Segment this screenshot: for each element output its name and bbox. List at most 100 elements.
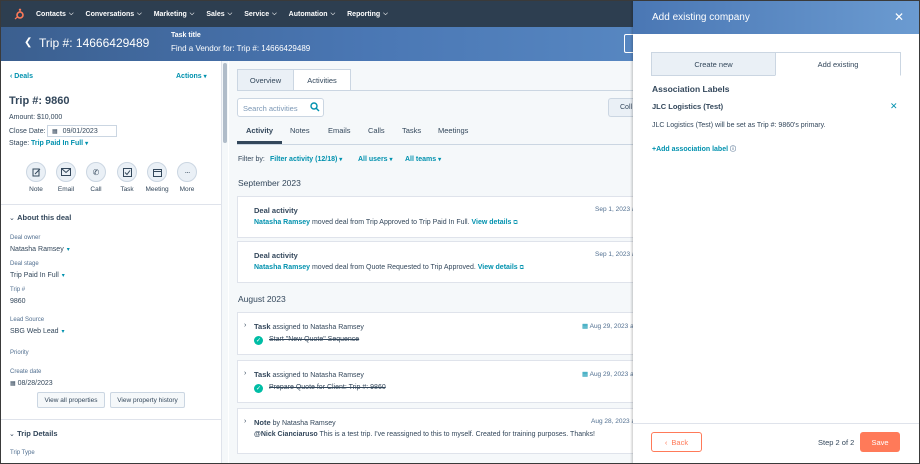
task-card[interactable]: › Task assigned to Natasha Ramsey ▦ Aug … xyxy=(237,360,636,403)
task-action[interactable]: Task xyxy=(112,162,142,193)
note-action-label: Note xyxy=(29,186,43,193)
nav-contacts[interactable]: Contacts ⌵ xyxy=(36,11,74,18)
back-arrow-icon[interactable]: ❮ xyxy=(24,37,32,48)
timeline-card[interactable]: Deal activity Sep 1, 2023 at Natasha Ram… xyxy=(237,196,637,238)
nav-automation[interactable]: Automation ⌵ xyxy=(289,11,335,18)
phone-icon: ✆ xyxy=(86,162,106,182)
caret-down-icon: ▾ xyxy=(389,157,393,163)
user-link[interactable]: Natasha Ramsey xyxy=(254,264,310,271)
tab-activities[interactable]: Activities xyxy=(293,69,351,91)
note-title: Note xyxy=(254,418,271,427)
subtab-activity[interactable]: Activity xyxy=(246,126,273,135)
about-section-toggle[interactable]: ⌄ About this deal xyxy=(9,213,71,222)
chevron-right-icon[interactable]: › xyxy=(244,322,246,329)
subtab-notes[interactable]: Notes xyxy=(290,126,310,135)
card-text: moved deal from Trip Approved to Trip Pa… xyxy=(310,219,472,226)
meeting-action-label: Meeting xyxy=(145,186,169,193)
trip-number-value[interactable]: 9860 xyxy=(10,298,26,305)
save-button[interactable]: Save xyxy=(860,432,900,452)
task-complete-checkbox[interactable]: ✓ xyxy=(254,335,263,345)
back-to-deals-link[interactable]: ‹ Deals xyxy=(10,73,33,80)
selected-company-name: JLC Logistics (Test) xyxy=(652,102,724,111)
task-complete-checkbox[interactable]: ✓ xyxy=(254,383,263,393)
deal-owner-value: Natasha Ramsey xyxy=(10,246,64,253)
chevron-right-icon[interactable]: › xyxy=(244,418,246,425)
subtab-calls[interactable]: Calls xyxy=(368,126,385,135)
chevron-down-icon: ⌵ xyxy=(189,10,195,17)
create-date-field[interactable]: ▦ 08/28/2023 xyxy=(10,380,53,387)
subtab-meetings[interactable]: Meetings xyxy=(438,126,468,135)
task-title: Task xyxy=(254,370,271,379)
call-action[interactable]: ✆ Call xyxy=(81,162,111,193)
all-users-label: All users xyxy=(358,156,388,163)
chevron-down-icon: ⌵ xyxy=(272,10,277,17)
task-assigned: assigned to Natasha Ramsey xyxy=(270,372,364,379)
nav-reporting[interactable]: Reporting ⌵ xyxy=(347,11,388,18)
email-action[interactable]: Email xyxy=(51,162,81,193)
task-date: ▦ Aug 29, 2023 at xyxy=(582,370,636,378)
subtab-emails[interactable]: Emails xyxy=(328,126,351,135)
tab-create-new[interactable]: Create new xyxy=(651,52,776,76)
email-action-label: Email xyxy=(57,186,75,193)
add-label-text: +Add association label xyxy=(652,146,729,153)
scrollbar-thumb[interactable] xyxy=(223,63,227,143)
stage-label: Stage: xyxy=(9,140,30,147)
caret-down-icon: ▾ xyxy=(438,157,442,163)
trip-details-toggle[interactable]: ⌄ Trip Details xyxy=(9,429,58,438)
task-card[interactable]: › Task assigned to Natasha Ramsey ▦ Aug … xyxy=(237,312,636,355)
lead-source-field[interactable]: SBG Web Lead ▾ xyxy=(10,328,65,335)
all-users-dropdown[interactable]: All users ▾ xyxy=(358,156,393,163)
view-property-history-button[interactable]: View property history xyxy=(110,392,185,408)
all-teams-dropdown[interactable]: All teams ▾ xyxy=(405,156,441,163)
tab-overview[interactable]: Overview xyxy=(237,69,294,91)
user-link[interactable]: Natasha Ramsey xyxy=(254,219,310,226)
close-icon[interactable]: ✕ xyxy=(894,10,904,24)
task-body: Prepare Quote for Client: Trip #: 9860 xyxy=(269,384,386,391)
calendar-icon xyxy=(147,162,167,182)
view-details-link[interactable]: View details xyxy=(472,219,512,226)
priority-value[interactable] xyxy=(10,360,110,368)
subtab-tasks[interactable]: Tasks xyxy=(402,126,421,135)
chevron-down-icon: ⌵ xyxy=(68,10,74,17)
tab-add-existing[interactable]: Add existing xyxy=(775,52,901,76)
meeting-action[interactable]: Meeting xyxy=(142,162,172,193)
task-date-text: Aug 29, 2023 at xyxy=(589,371,636,378)
actions-dropdown[interactable]: Actions ▾ xyxy=(176,73,207,80)
caret-down-icon: ▾ xyxy=(61,273,65,279)
deal-owner-field[interactable]: Natasha Ramsey ▾ xyxy=(10,246,70,253)
nav-label: Service xyxy=(244,10,270,18)
task-assigned: assigned to Natasha Ramsey xyxy=(270,324,364,331)
nav-sales[interactable]: Sales ⌵ xyxy=(206,11,232,18)
remove-company-icon[interactable]: ✕ xyxy=(890,101,898,112)
info-icon: ⓘ xyxy=(730,147,737,153)
more-action[interactable]: ··· More xyxy=(172,162,202,193)
back-button[interactable]: ‹ Back xyxy=(651,432,702,452)
note-text: This is a test trip. I've reassigned to … xyxy=(317,431,595,438)
lead-source-value: SBG Web Lead xyxy=(10,328,59,335)
add-association-label-link[interactable]: +Add association label ⓘ xyxy=(652,144,736,153)
stage-dropdown[interactable]: Trip Paid In Full ▾ xyxy=(31,140,88,147)
note-action[interactable]: Note xyxy=(21,162,51,193)
more-action-label: More xyxy=(179,186,195,193)
nav-conversations[interactable]: Conversations ⌵ xyxy=(86,11,142,18)
deal-stage-field[interactable]: Trip Paid In Full ▾ xyxy=(10,272,65,279)
view-details-link[interactable]: View details xyxy=(478,264,518,271)
deal-stage-value: Trip Paid In Full xyxy=(10,272,59,279)
primary-note: JLC Logistics (Test) will be set as Trip… xyxy=(652,122,826,129)
view-all-properties-button[interactable]: View all properties xyxy=(37,392,105,408)
nav-marketing[interactable]: Marketing ⌵ xyxy=(154,11,195,18)
note-mention[interactable]: @Nick Cianciaruso xyxy=(254,431,318,438)
priority-label: Priority xyxy=(10,350,29,356)
left-sidebar: ‹ Deals Actions ▾ Trip #: 9860 Amount: $… xyxy=(1,61,222,463)
timeline-card[interactable]: Deal activity Sep 1, 2023 at Natasha Ram… xyxy=(237,241,637,283)
close-date-field[interactable]: ▦ 09/01/2023 xyxy=(47,125,117,137)
chevron-right-icon[interactable]: › xyxy=(244,370,246,377)
filter-activity-dropdown[interactable]: Filter activity (12/18) ▾ xyxy=(270,156,342,163)
hubspot-logo-icon[interactable] xyxy=(13,8,25,20)
actions-label: Actions xyxy=(176,73,202,80)
search-activities-input[interactable]: Search activities xyxy=(237,98,324,117)
note-card[interactable]: › Note by Natasha Ramsey Aug 28, 2023 at… xyxy=(237,408,637,454)
nav-service[interactable]: Service ⌵ xyxy=(244,11,276,18)
panel-title: Add existing company xyxy=(652,12,750,23)
deal-name: Trip #: 9860 xyxy=(9,95,70,107)
